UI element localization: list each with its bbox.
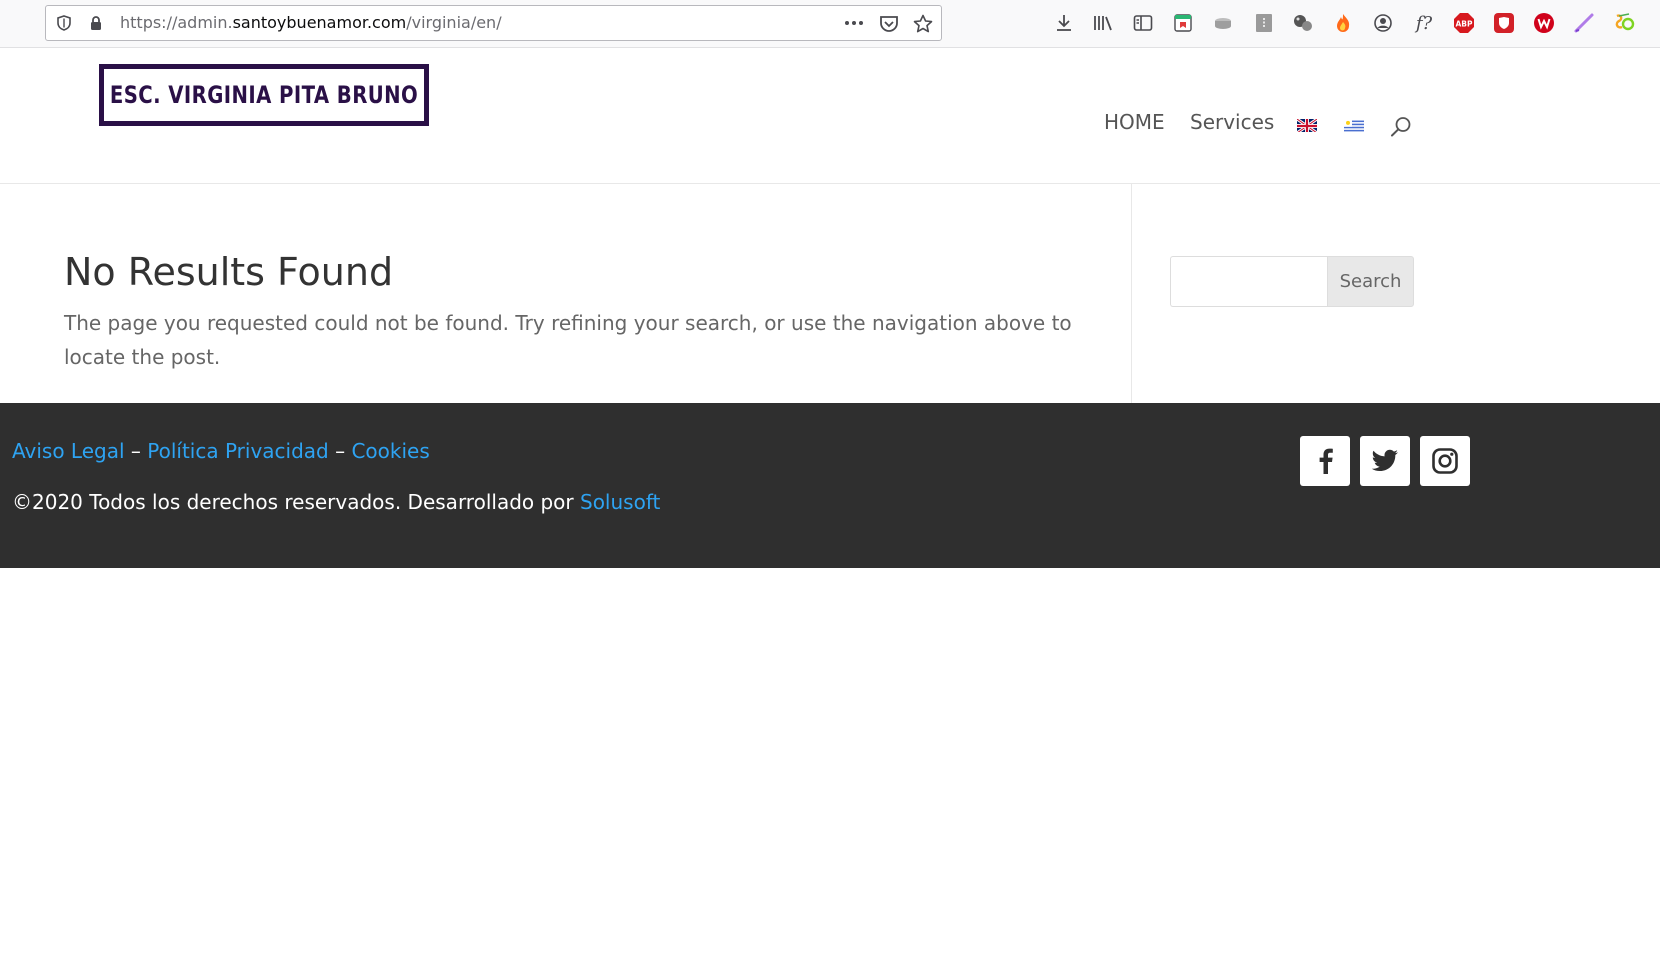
header-search-icon[interactable]: [1389, 115, 1413, 139]
english-flag-icon[interactable]: [1297, 118, 1317, 132]
sidebar-search-input[interactable]: [1170, 256, 1327, 307]
downloads-icon[interactable]: [1052, 11, 1076, 35]
url-prefix: https://admin.: [120, 13, 233, 32]
footer-separator: –: [335, 439, 346, 463]
twitter-icon[interactable]: [1360, 436, 1410, 486]
database-extension-icon[interactable]: [1211, 11, 1235, 35]
legal-notice-link[interactable]: Aviso Legal: [12, 439, 125, 463]
logo-text: ESC. VIRGINIA PITA BRUNO: [109, 81, 419, 109]
footer-credits: ©2020 Todos los derechos reservados. Des…: [12, 490, 660, 514]
site-logo[interactable]: ESC. VIRGINIA PITA BRUNO: [99, 64, 429, 126]
bookmark-star-icon[interactable]: [913, 14, 933, 33]
pen-extension-icon[interactable]: [1572, 11, 1596, 35]
credits-text: ©2020 Todos los derechos reservados. Des…: [12, 490, 574, 514]
grey-extension-icon[interactable]: [1252, 11, 1276, 35]
footer-links: Aviso Legal – Política Privacidad – Cook…: [12, 439, 430, 463]
url-domain: santoybuenamor.com: [232, 13, 407, 32]
sidebar-toggle-icon[interactable]: [1131, 11, 1155, 35]
url-text[interactable]: https://admin.santoybuenamor.com/virgini…: [120, 6, 502, 40]
library-icon[interactable]: [1091, 11, 1115, 35]
sidebar-search-form: Search: [1170, 256, 1414, 307]
sidebar-search-button[interactable]: Search: [1327, 256, 1414, 307]
seo-extension-icon[interactable]: [1612, 11, 1636, 35]
adblock-plus-label: ABP: [1455, 20, 1473, 29]
instagram-icon[interactable]: [1420, 436, 1470, 486]
solusoft-link[interactable]: Solusoft: [580, 490, 660, 514]
sidebar-divider: [1131, 184, 1132, 403]
facebook-icon[interactable]: [1300, 436, 1350, 486]
nav-services-link[interactable]: Services: [1190, 110, 1274, 134]
address-bar[interactable]: https://admin.santoybuenamor.com/virgini…: [45, 5, 942, 41]
browser-toolbar: https://admin.santoybuenamor.com/virgini…: [0, 0, 1660, 48]
page-title: No Results Found: [64, 250, 394, 294]
formula-extension-icon[interactable]: f?: [1412, 11, 1436, 35]
site-footer: Aviso Legal – Política Privacidad – Cook…: [0, 403, 1660, 568]
w-extension-icon[interactable]: [1532, 11, 1556, 35]
shield-extension-icon[interactable]: [1492, 11, 1516, 35]
not-found-message: The page you requested could not be foun…: [64, 311, 1072, 369]
privacy-policy-link[interactable]: Política Privacidad: [147, 439, 328, 463]
tracking-protection-shield-icon[interactable]: [55, 14, 73, 32]
bookmark-extension-icon[interactable]: [1171, 11, 1195, 35]
uruguay-flag-icon[interactable]: [1344, 118, 1364, 132]
account-icon[interactable]: [1371, 11, 1395, 35]
adblock-plus-icon[interactable]: ABP: [1452, 11, 1476, 35]
footer-separator: –: [130, 439, 141, 463]
url-path: /virginia/en/: [406, 13, 502, 32]
lock-icon[interactable]: [87, 14, 105, 32]
cookies-link[interactable]: Cookies: [351, 439, 429, 463]
balls-extension-icon[interactable]: [1291, 11, 1315, 35]
site-header: ESC. VIRGINIA PITA BRUNO HOME Services: [0, 48, 1660, 184]
pocket-icon[interactable]: [879, 14, 898, 32]
page-actions-icon[interactable]: [843, 14, 863, 32]
nav-home-link[interactable]: HOME: [1104, 110, 1165, 134]
flame-extension-icon[interactable]: [1331, 11, 1355, 35]
